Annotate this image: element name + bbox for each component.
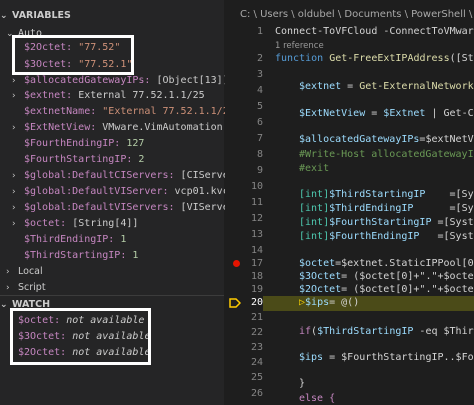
code-line[interactable]: else {: [299, 393, 335, 404]
chevron-right-icon: ›: [12, 187, 16, 197]
current-execution-line: [263, 296, 474, 311]
line-number: 8: [256, 149, 263, 160]
line-number: 10: [250, 181, 263, 192]
code-line[interactable]: if($ThirdStartingIP -eq $ThirdEnd: [299, 326, 474, 337]
breadcrumb[interactable]: C: \ Users \ oldubel \ Documents \ Power…: [240, 9, 474, 20]
chevron-right-icon: ›: [6, 267, 10, 277]
line-number: 22: [250, 327, 263, 338]
line-number: 4: [256, 85, 263, 96]
line-number: 18: [250, 271, 263, 282]
line-number: 26: [250, 388, 263, 399]
variable-row[interactable]: › $extnet: External 77.52.1.1/25: [12, 88, 205, 103]
code-line[interactable]: $ExtNetView = $Extnet | Get-CIV: [299, 108, 474, 119]
line-number: 1: [256, 26, 263, 37]
line-number-current: 20: [250, 297, 263, 308]
code-line[interactable]: function Get-FreeExtIPAddress([Stri: [275, 53, 474, 64]
line-number: 13: [250, 229, 263, 240]
chevron-right-icon: ›: [12, 171, 16, 181]
variable-row[interactable]: › $allocatedGatewayIPs: [Object[13]]: [12, 73, 229, 88]
variable-row[interactable]: $FourthStartingIP: 2: [24, 152, 144, 167]
code-line[interactable]: Connect-ToVFCloud -ConnectToVMwareExt: [275, 26, 474, 37]
code-line[interactable]: $2Octet= ($octet[0]+"."+$octet[1: [299, 284, 474, 295]
line-number: 19: [250, 284, 263, 295]
chevron-right-icon: ›: [12, 203, 16, 213]
line-number: 21: [250, 312, 263, 323]
line-number: 14: [250, 245, 263, 256]
line-number: 25: [250, 372, 263, 383]
code-line-current[interactable]: ▷$ips= @(): [299, 297, 359, 308]
variable-row[interactable]: › $octet: [String[4]]: [12, 216, 138, 231]
line-number: 3: [256, 69, 263, 80]
code-line[interactable]: [int]$ThirdEndingIP =[System: [299, 203, 474, 214]
code-line[interactable]: $extnet = Get-ExternalNetwork -n: [299, 81, 474, 92]
code-line[interactable]: #exit: [299, 163, 329, 174]
code-line[interactable]: [int]$ThirdStartingIP =[System: [299, 189, 474, 200]
variable-row[interactable]: $FourthEndingIP: 127: [24, 136, 144, 151]
code-line[interactable]: $octet=$extnet.StaticIPPool[0].: [299, 258, 474, 269]
chevron-right-icon: ›: [12, 91, 16, 101]
chevron-right-icon: ›: [12, 219, 16, 229]
code-line[interactable]: $ips = $FourthStartingIP..$Fourt: [299, 352, 474, 363]
line-number: 17: [250, 258, 263, 269]
code-line[interactable]: $3Octet= ($octet[0]+"."+$octet[: [299, 271, 474, 282]
codelens-reference[interactable]: 1 reference: [275, 41, 324, 51]
section-divider: [0, 295, 224, 296]
chevron-right-icon: ›: [12, 76, 16, 86]
chevron-down-icon: ⌄: [0, 11, 8, 21]
code-line[interactable]: }: [299, 378, 305, 389]
line-number: 23: [250, 342, 263, 353]
chevron-right-icon: ›: [12, 123, 16, 133]
variable-row[interactable]: $extnetName: "External 77.52.1.1/25": [24, 104, 241, 119]
line-number: 12: [250, 213, 263, 224]
code-line[interactable]: #Write-Host allocatedGatewayIPs: [299, 149, 474, 160]
vscode-debug-window: ⌄ VARIABLES ⌄ Auto $2Octet: "77.52" $3Octe…: [0, 0, 474, 405]
line-number: 11: [250, 197, 263, 208]
variable-row[interactable]: › $global:DefaultVIServers: [VIServer[1]]: [12, 200, 259, 215]
line-number: 2: [256, 53, 263, 64]
line-number: 5: [256, 101, 263, 112]
variables-section-header[interactable]: ⌄ VARIABLES: [0, 9, 71, 23]
variable-row[interactable]: $ThirdEndingIP: 1: [24, 232, 126, 247]
code-editor: C: \ Users \ oldubel \ Documents \ Power…: [225, 0, 474, 405]
code-line[interactable]: [int]$FourthEndingIP =[System: [299, 231, 474, 242]
highlight-box-watch: [10, 308, 151, 365]
variable-row[interactable]: $ThirdStartingIP: 1: [24, 248, 138, 263]
debug-sidebar: ⌄ VARIABLES ⌄ Auto $2Octet: "77.52" $3Octe…: [0, 0, 277, 405]
code-line[interactable]: $allocatedGatewayIPs=$extNetVie: [299, 134, 474, 145]
highlight-box-auto: [12, 35, 134, 75]
line-number: 6: [256, 117, 263, 128]
script-scope[interactable]: › Script: [6, 280, 46, 295]
line-number: 24: [250, 357, 263, 368]
local-scope[interactable]: › Local: [6, 264, 43, 279]
code-line[interactable]: [int]$FourthStartingIP =[System: [299, 217, 474, 228]
chevron-right-icon: ›: [6, 283, 10, 293]
line-number: 9: [256, 165, 263, 176]
line-number: 7: [256, 133, 263, 144]
